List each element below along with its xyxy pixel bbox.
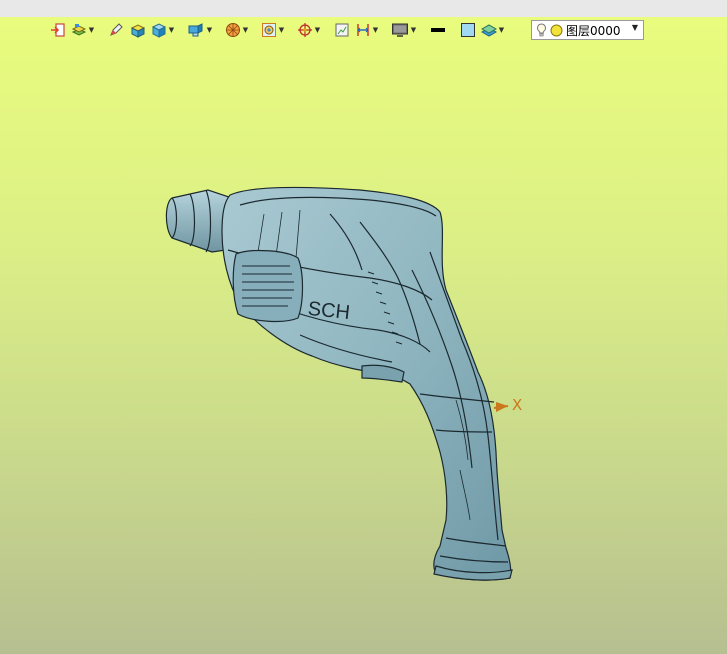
vent-grille[interactable] <box>232 249 304 323</box>
drill-body[interactable] <box>221 186 512 581</box>
x-axis-arrow <box>493 402 509 412</box>
brand-text: SCH <box>307 298 351 324</box>
x-axis-label: X <box>512 396 523 414</box>
drill-model[interactable]: SCH <box>0 0 727 654</box>
